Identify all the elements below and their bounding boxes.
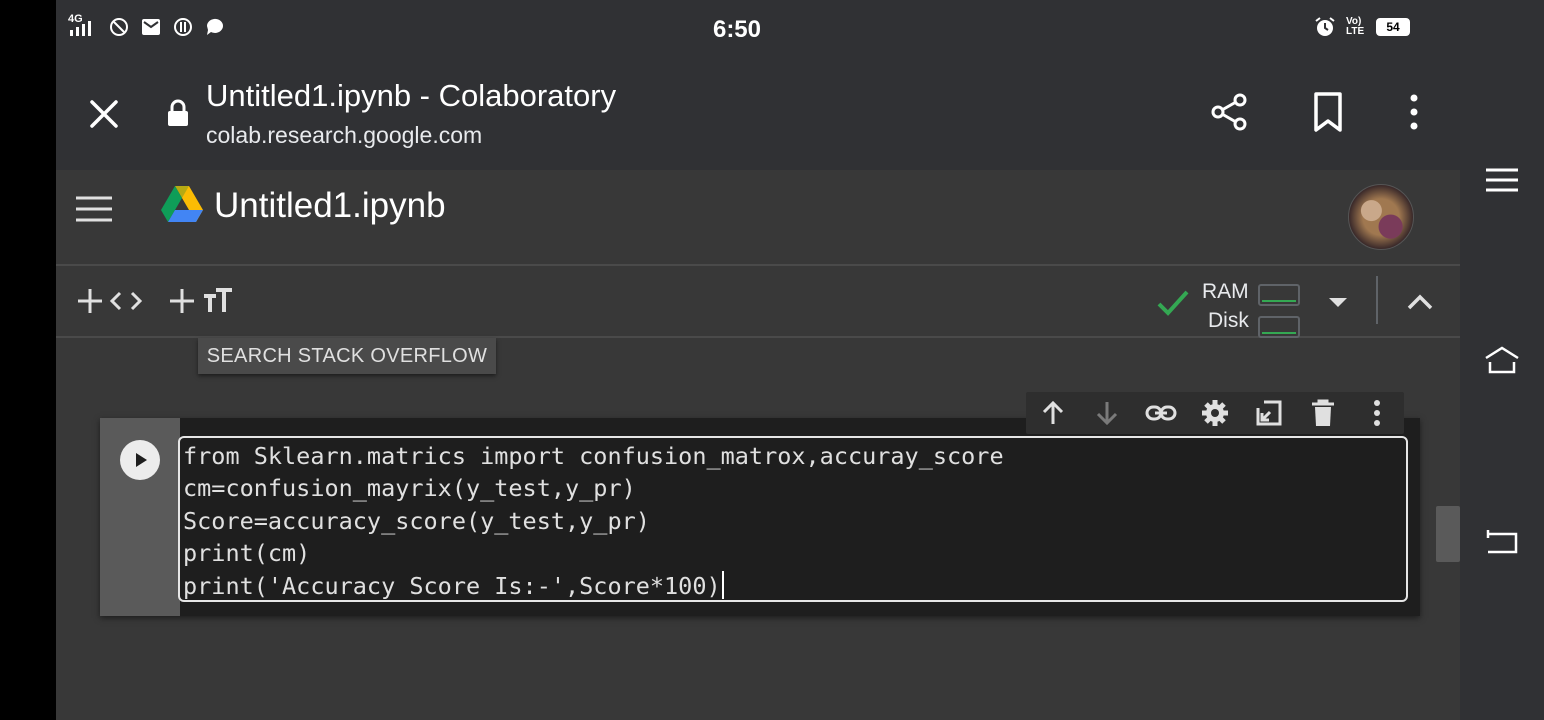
status-time: 6:50 [712, 16, 762, 43]
avatar[interactable] [1348, 184, 1414, 250]
play-icon [136, 453, 147, 467]
add-text-button[interactable] [168, 284, 238, 318]
home-icon[interactable] [1482, 340, 1522, 380]
more-vert-icon[interactable] [1392, 90, 1436, 134]
back-icon[interactable] [1482, 522, 1522, 562]
connected-check-icon [1157, 290, 1189, 316]
code-line[interactable]: cm=confusion_mayrix(y_test,y_pr) [183, 472, 1406, 504]
browser-toolbar: Untitled1.ipynb - Colaboratory colab.res… [56, 58, 1460, 170]
browser-page-title: Untitled1.ipynb - Colaboratory [206, 78, 617, 113]
bookmark-icon[interactable] [1306, 90, 1350, 134]
scrollbar[interactable] [1436, 506, 1460, 562]
chevron-down-icon[interactable] [1324, 288, 1352, 316]
more-vert-icon[interactable] [1361, 397, 1393, 429]
code-cell[interactable]: from Sklearn.matrics import confusion_ma… [100, 418, 1420, 616]
ram-meter [1258, 284, 1300, 306]
search-stack-overflow-button[interactable]: SEARCH STACK OVERFLOW [198, 338, 496, 374]
system-nav-bar [1460, 0, 1544, 720]
close-icon[interactable] [84, 94, 124, 134]
code-line[interactable]: from Sklearn.matrics import confusion_ma… [183, 440, 1406, 472]
run-cell-button[interactable] [120, 440, 160, 480]
colab-header: Untitled1.ipynb [56, 170, 1460, 266]
add-code-icon [78, 289, 143, 313]
settings-icon[interactable] [1199, 397, 1231, 429]
move-down-icon[interactable] [1091, 397, 1123, 429]
chevron-up-icon[interactable] [1402, 284, 1438, 320]
add-text-icon [170, 288, 232, 313]
ram-label: RAM [1202, 280, 1249, 303]
battery-icon: 54 [1376, 18, 1410, 36]
colab-screen: 4G 6:50 Vo) LTE 54 Untitled1.ipynb - Col… [56, 0, 1460, 720]
browser-url[interactable]: colab.research.google.com [206, 122, 482, 149]
notebook-title[interactable]: Untitled1.ipynb [214, 186, 446, 226]
cell-gutter [100, 418, 180, 616]
status-bar: 4G 6:50 Vo) LTE 54 [56, 0, 1460, 58]
text-cursor [721, 570, 724, 599]
move-up-icon[interactable] [1037, 397, 1069, 429]
code-editor[interactable]: from Sklearn.matrics import confusion_ma… [178, 436, 1408, 602]
resources-indicator[interactable]: RAM Disk [1156, 278, 1316, 338]
google-drive-icon[interactable] [160, 184, 204, 224]
code-line[interactable]: print(cm) [183, 537, 1406, 569]
share-icon[interactable] [1208, 90, 1252, 134]
disk-meter [1258, 316, 1300, 338]
add-code-button[interactable] [76, 284, 146, 318]
menu-icon[interactable] [74, 194, 114, 224]
lock-icon [168, 99, 188, 126]
code-line-text: print('Accuracy Score Is:-',Score*100) [183, 571, 721, 600]
link-icon[interactable] [1145, 397, 1177, 429]
status-icons-right: Vo) LTE 54 [1314, 16, 1410, 38]
recent-apps-icon[interactable] [1482, 160, 1522, 200]
disk-label: Disk [1208, 309, 1249, 332]
cell-toolbar [1026, 392, 1404, 434]
notebook-toolbar: RAM Disk [56, 266, 1460, 338]
mirror-cell-icon[interactable] [1253, 397, 1285, 429]
volte-icon: Vo) LTE [1346, 16, 1365, 37]
delete-icon[interactable] [1307, 397, 1339, 429]
code-line[interactable]: Score=accuracy_score(y_test,y_pr) [183, 505, 1406, 537]
code-line-last[interactable]: print('Accuracy Score Is:-',Score*100) [183, 570, 1406, 602]
alarm-icon [1315, 17, 1335, 36]
toolbar-divider [1376, 276, 1378, 324]
